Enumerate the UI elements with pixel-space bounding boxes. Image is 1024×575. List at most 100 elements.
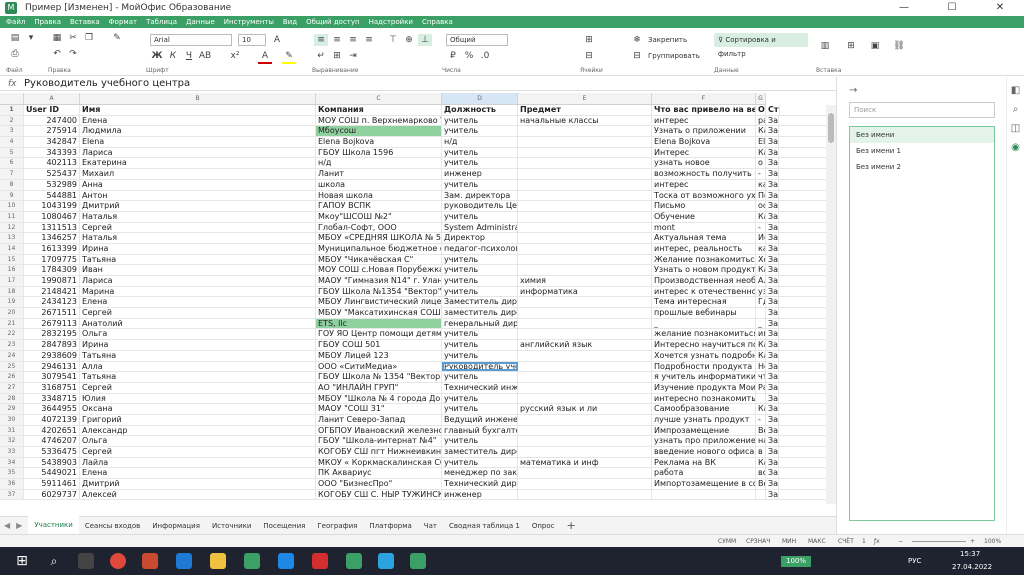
- table-cell[interactable]: Как скачать, установить: [756, 265, 766, 275]
- table-cell[interactable]: За: [766, 265, 780, 275]
- table-cell[interactable]: Глобал-Софт, ООО: [316, 222, 442, 233]
- table-cell[interactable]: Тоска от возможного ухода Mic: [652, 190, 756, 201]
- table-cell[interactable]: 5449021: [24, 468, 80, 479]
- table-cell[interactable]: Руководитель учебного центра: [442, 361, 518, 372]
- table-cell[interactable]: Реклама на ВК: [652, 457, 756, 468]
- menu-item[interactable]: Вставка: [70, 18, 100, 26]
- table-cell[interactable]: математика и инф: [518, 457, 652, 468]
- table-cell[interactable]: МКОУ « Коркмаскалинская СОШ»: [316, 457, 442, 468]
- table-cell[interactable]: ETS, llc: [316, 318, 442, 329]
- table-cell[interactable]: основные функции Мой: [756, 201, 766, 211]
- table-cell[interactable]: За: [766, 457, 780, 468]
- table-cell[interactable]: 2679113: [24, 318, 80, 329]
- row-number[interactable]: 4: [0, 137, 24, 147]
- dropdown-icon[interactable]: ▾: [24, 32, 38, 44]
- table-cell[interactable]: [518, 425, 652, 436]
- table-cell[interactable]: [518, 372, 652, 382]
- table-cell[interactable]: учитель: [442, 179, 518, 190]
- table-cell[interactable]: МОУ СОШ п. Верхнемарково УКМО: [316, 115, 442, 126]
- table-cell[interactable]: Познакомиться с продук: [756, 190, 766, 201]
- close-icon[interactable]: ✕: [976, 0, 1024, 16]
- table-cell[interactable]: Дмитрий: [80, 479, 316, 489]
- column-header[interactable]: B: [80, 93, 316, 104]
- table-cell[interactable]: Юлия: [80, 393, 316, 404]
- table-cell[interactable]: учитель: [442, 329, 518, 340]
- table-cell[interactable]: учитель: [442, 265, 518, 275]
- table-cell[interactable]: [518, 318, 652, 329]
- sheet-tab[interactable]: Сеансы входов: [79, 517, 146, 535]
- table-cell[interactable]: Где можно скачать ПО: [756, 297, 766, 308]
- justify-icon[interactable]: ≡: [362, 34, 376, 46]
- table-cell[interactable]: Ольга: [80, 436, 316, 446]
- table-cell[interactable]: Узнать о приложении: [652, 126, 756, 137]
- table-cell[interactable]: Ирина: [80, 243, 316, 254]
- row-number[interactable]: 25: [0, 361, 24, 372]
- table-cell[interactable]: За: [766, 404, 780, 414]
- column-title[interactable]: Компания: [316, 105, 442, 115]
- row-number[interactable]: 3: [0, 126, 24, 137]
- table-cell[interactable]: ГБОУ СОШ 501: [316, 340, 442, 350]
- sheet-tab[interactable]: Платформа: [363, 517, 417, 535]
- table-cell[interactable]: школа: [316, 179, 442, 190]
- app-icon[interactable]: [142, 553, 158, 569]
- table-cell[interactable]: За: [766, 361, 780, 372]
- table-cell[interactable]: Elena Bojkova: [652, 137, 756, 147]
- save-icon[interactable]: ▤: [8, 32, 22, 44]
- table-cell[interactable]: Иван: [80, 265, 316, 275]
- language-indicator[interactable]: РУС: [908, 547, 921, 575]
- align-left-icon[interactable]: ≡: [314, 34, 328, 46]
- column-header[interactable]: D: [442, 93, 518, 104]
- row-number[interactable]: 11: [0, 211, 24, 222]
- functions-icon[interactable]: ƒx: [874, 536, 880, 547]
- font-name-select[interactable]: Arial: [150, 34, 232, 46]
- table-cell[interactable]: За: [766, 115, 780, 126]
- table-cell[interactable]: Работа с функциями про: [756, 382, 766, 393]
- add-sheet-button[interactable]: +: [567, 519, 576, 532]
- settings-icon[interactable]: ◉: [1007, 142, 1024, 153]
- table-cell[interactable]: Лариса: [80, 147, 316, 158]
- table-cell[interactable]: 2832195: [24, 329, 80, 340]
- sheet-tab[interactable]: Информация: [146, 517, 206, 535]
- table-cell[interactable]: [518, 468, 652, 479]
- table-cell[interactable]: ГАПОУ ВСПК: [316, 201, 442, 211]
- next-sheet-icon[interactable]: ▶: [16, 521, 22, 530]
- row-number[interactable]: 2: [0, 115, 24, 126]
- table-cell[interactable]: 3348715: [24, 393, 80, 404]
- print-icon[interactable]: ⎙: [8, 48, 22, 60]
- table-cell[interactable]: МБОУ "Школа № 4 города Докучаевска" ДНР: [316, 393, 442, 404]
- spreadsheet-grid[interactable]: 1 User ID Имя Компания Должность Предмет Что в…: [0, 105, 826, 504]
- myoffice-icon[interactable]: [244, 553, 260, 569]
- table-cell[interactable]: КОГОБУ СШ пгт Нижнеивкино Куменского рай…: [316, 447, 442, 457]
- table-cell[interactable]: в чем отличие Мой офи: [756, 447, 766, 457]
- table-cell[interactable]: Людмила: [80, 126, 316, 137]
- table-cell[interactable]: Самообразование: [652, 404, 756, 414]
- table-cell[interactable]: Заместитель директора: [442, 297, 518, 308]
- table-cell[interactable]: За: [766, 233, 780, 243]
- table-cell[interactable]: ГБОУ Школа №1354 "Вектор": [316, 286, 442, 297]
- table-cell[interactable]: [518, 265, 652, 275]
- table-cell[interactable]: Наталья: [80, 233, 316, 243]
- superscript-icon[interactable]: x²: [228, 50, 242, 62]
- scrollbar-thumb[interactable]: [828, 113, 834, 143]
- table-cell[interactable]: За: [766, 372, 780, 382]
- table-cell[interactable]: учитель: [442, 457, 518, 468]
- maximize-icon[interactable]: ☐: [928, 0, 976, 16]
- table-cell[interactable]: возможность получить новые з: [652, 169, 756, 179]
- row-number[interactable]: 10: [0, 201, 24, 211]
- sheet-tab[interactable]: Участники: [28, 515, 79, 536]
- format-painter-icon[interactable]: ✎: [110, 32, 124, 44]
- table-cell[interactable]: возможности продукта: [756, 468, 766, 479]
- table-cell[interactable]: МАОУ "СОШ 31": [316, 404, 442, 414]
- row-number[interactable]: 24: [0, 350, 24, 361]
- table-cell[interactable]: За: [766, 447, 780, 457]
- strikethrough-icon[interactable]: AB: [198, 50, 212, 62]
- table-cell[interactable]: 3644955: [24, 404, 80, 414]
- column-header[interactable]: C: [316, 93, 442, 104]
- table-cell[interactable]: руководитель Центра: [442, 201, 518, 211]
- table-cell[interactable]: 1613399: [24, 243, 80, 254]
- sheet-tab[interactable]: Чат: [418, 517, 443, 535]
- table-cell[interactable]: ПК Аквариус: [316, 468, 442, 479]
- table-cell[interactable]: Возможности продукта: [756, 479, 766, 489]
- table-cell[interactable]: За: [766, 382, 780, 393]
- table-cell[interactable]: Elena Bojkova: [756, 137, 766, 147]
